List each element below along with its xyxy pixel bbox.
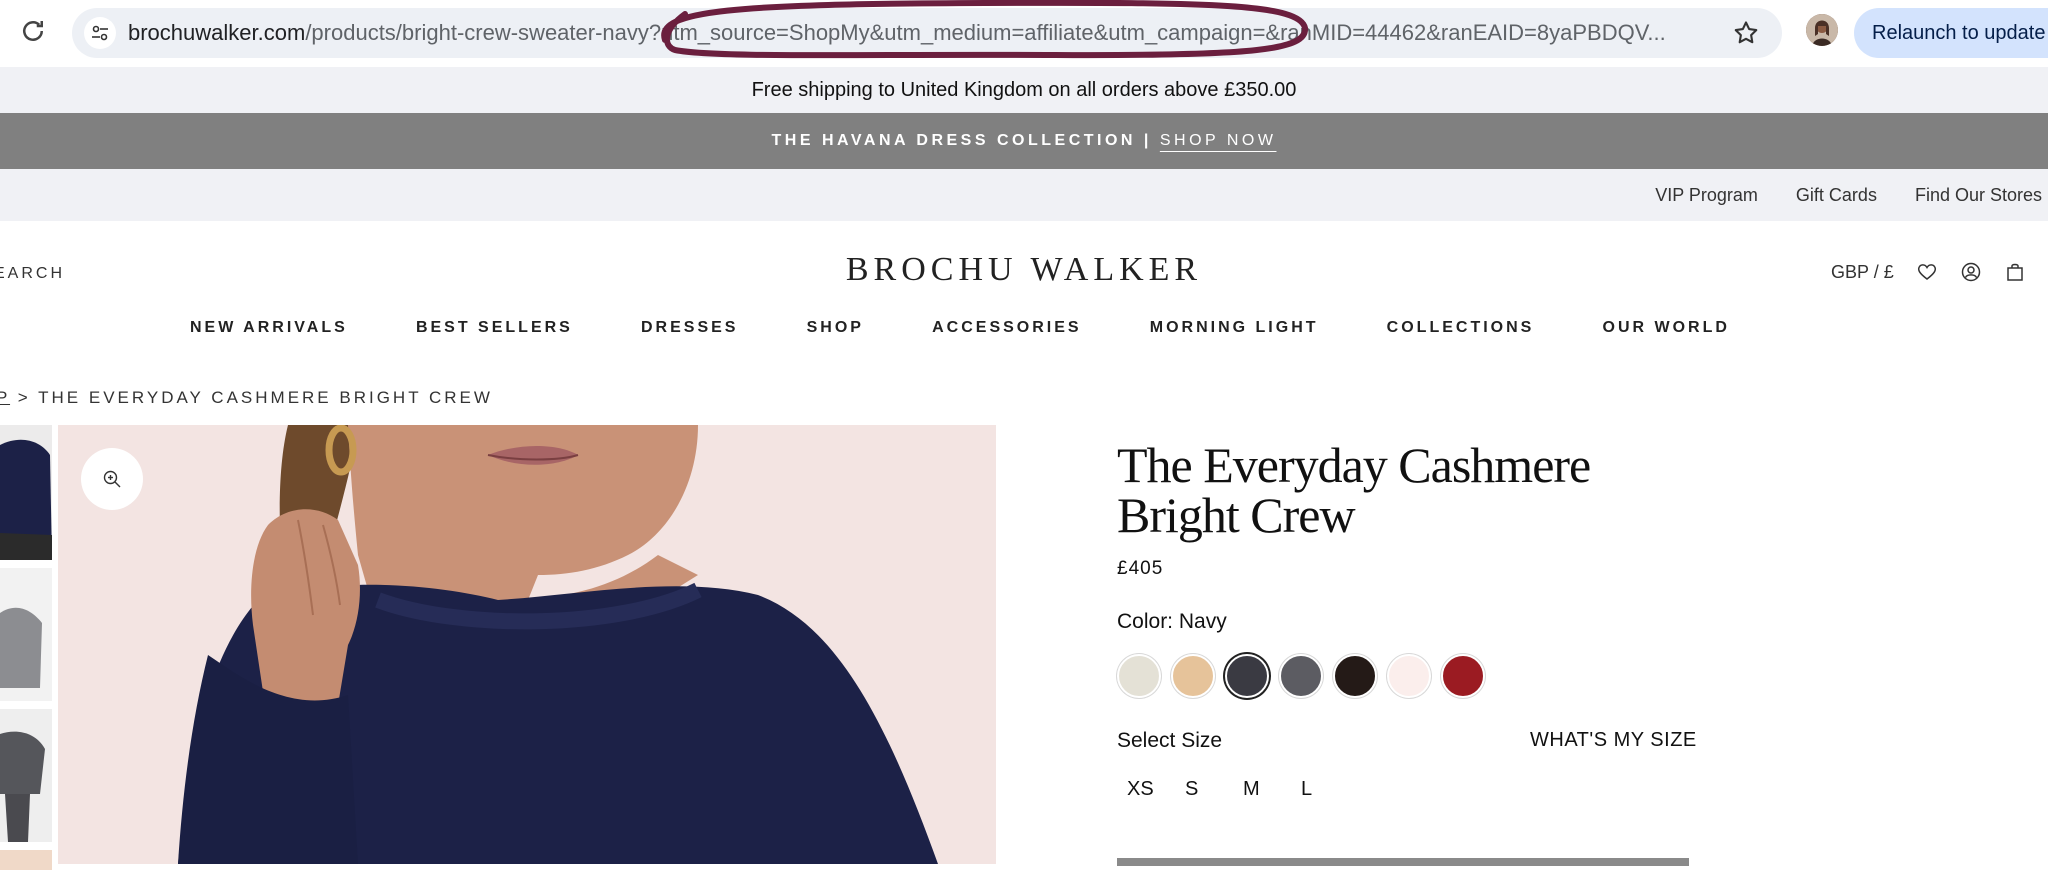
nav-collections[interactable]: COLLECTIONS (1387, 319, 1535, 337)
currency-selector[interactable]: GBP / £ (1831, 262, 1894, 283)
breadcrumb: P > THE EVERYDAY CASHMERE BRIGHT CREW (0, 388, 493, 408)
product-title-line-1: The Everyday Cashmere (1117, 437, 1591, 493)
size-option-l[interactable]: L (1291, 778, 1349, 801)
profile-avatar[interactable] (1806, 14, 1838, 46)
color-swatch[interactable] (1117, 654, 1161, 698)
nav-shop[interactable]: SHOP (807, 319, 864, 337)
select-size-label: Select Size (1117, 729, 1223, 752)
utility-nav: VIP Program Gift Cards Find Our Stores (0, 169, 2048, 221)
browser-toolbar: brochuwalker.com/products/bright-crew-sw… (0, 0, 2048, 67)
nav-new-arrivals[interactable]: NEW ARRIVALS (190, 319, 348, 337)
gift-cards-link[interactable]: Gift Cards (1796, 185, 1877, 206)
color-swatch[interactable] (1441, 654, 1485, 698)
url-domain: brochuwalker.com (128, 20, 306, 45)
promo-banner: THE HAVANA DRESS COLLECTION | SHOP NOW (0, 113, 2048, 169)
brand-logo[interactable]: BROCHU WALKER (0, 251, 2048, 289)
find-stores-link[interactable]: Find Our Stores (1915, 185, 2042, 206)
nav-accessories[interactable]: ACCESSORIES (932, 319, 1081, 337)
nav-our-world[interactable]: OUR WORLD (1603, 319, 1730, 337)
address-bar[interactable]: brochuwalker.com/products/bright-crew-sw… (72, 8, 1782, 58)
color-swatch[interactable] (1333, 654, 1377, 698)
main-navigation: NEW ARRIVALS BEST SELLERS DRESSES SHOP A… (0, 319, 2048, 337)
vip-program-link[interactable]: VIP Program (1655, 185, 1758, 206)
product-title-line-2: Bright Crew (1117, 487, 1356, 543)
whats-my-size-link[interactable]: WHAT'S MY SIZE (1530, 729, 1697, 752)
size-options: XS S M L (1117, 778, 1349, 801)
breadcrumb-link[interactable]: P (0, 388, 10, 407)
add-to-bag-button[interactable] (1117, 858, 1689, 866)
shipping-banner: Free shipping to United Kingdom on all o… (0, 67, 2048, 113)
wishlist-heart-icon[interactable] (1916, 261, 1938, 283)
color-swatch[interactable] (1279, 654, 1323, 698)
color-swatch[interactable] (1387, 654, 1431, 698)
size-option-xs[interactable]: XS (1117, 778, 1175, 801)
main-product-image[interactable] (58, 425, 996, 864)
product-thumbnail[interactable] (0, 850, 52, 870)
product-thumbnail[interactable] (0, 568, 52, 701)
account-icon[interactable] (1960, 261, 1982, 283)
breadcrumb-current: THE EVERYDAY CASHMERE BRIGHT CREW (38, 388, 493, 407)
promo-separator: | (1143, 132, 1152, 149)
color-swatch[interactable] (1225, 654, 1269, 698)
promo-text: THE HAVANA DRESS COLLECTION (771, 132, 1136, 149)
reload-icon[interactable] (18, 16, 48, 46)
size-option-s[interactable]: S (1175, 778, 1233, 801)
nav-dresses[interactable]: DRESSES (641, 319, 738, 337)
thumbnail-strip (0, 425, 54, 870)
shop-now-link[interactable]: SHOP NOW (1160, 132, 1277, 149)
breadcrumb-separator: > (17, 388, 31, 407)
relaunch-button[interactable]: Relaunch to update (1854, 8, 2048, 58)
bookmark-star-icon[interactable] (1732, 19, 1760, 47)
color-label: Color: Navy (1117, 610, 1227, 633)
product-price: £405 (1117, 558, 1164, 579)
color-swatches (1117, 654, 1485, 698)
url-text: brochuwalker.com/products/bright-crew-sw… (128, 8, 1666, 58)
product-thumbnail[interactable] (0, 425, 52, 560)
nav-best-sellers[interactable]: BEST SELLERS (416, 319, 573, 337)
site-info-icon[interactable] (84, 17, 116, 49)
cart-bag-icon[interactable] (2004, 261, 2026, 283)
nav-morning-light[interactable]: MORNING LIGHT (1150, 319, 1319, 337)
zoom-in-icon (103, 470, 121, 488)
zoom-button[interactable] (81, 448, 143, 510)
size-option-m[interactable]: M (1233, 778, 1291, 801)
url-path: /products/bright-crew-sweater-navy?utm_s… (305, 20, 1666, 45)
product-thumbnail[interactable] (0, 709, 52, 842)
color-swatch[interactable] (1171, 654, 1215, 698)
product-title: The Everyday Cashmere Bright Crew (1117, 440, 1677, 540)
site-header: EARCH BROCHU WALKER GBP / £ NEW ARRIVALS… (0, 221, 2048, 361)
